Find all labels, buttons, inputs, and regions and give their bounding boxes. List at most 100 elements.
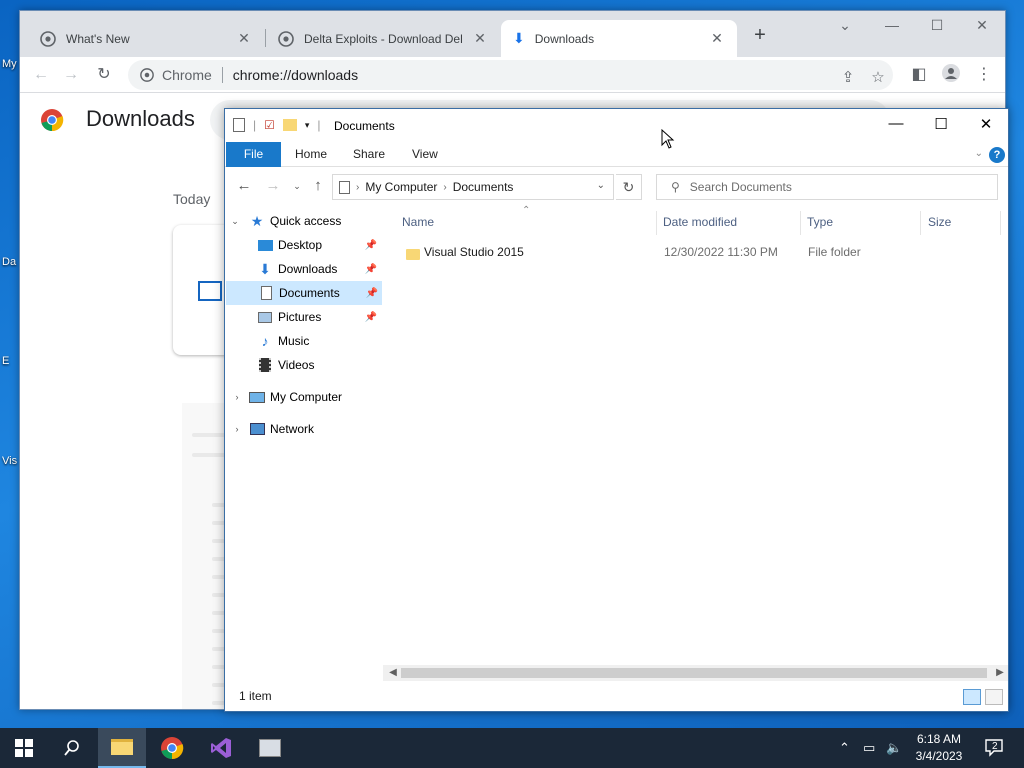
column-header-name[interactable]: Name — [402, 215, 434, 229]
forward-icon[interactable]: → — [263, 177, 283, 194]
maximize-button[interactable]: ☐ — [927, 17, 947, 34]
nav-item-downloads[interactable]: ⬇ Downloads 📌 — [225, 257, 381, 281]
desktop-icon-label[interactable]: Vis — [2, 455, 17, 467]
column-divider[interactable] — [800, 211, 801, 235]
up-icon[interactable]: ↑ — [308, 177, 328, 194]
tab-close-icon[interactable]: ✕ — [236, 30, 252, 47]
breadcrumb-documents[interactable]: Documents — [453, 180, 514, 194]
nav-item-my-computer[interactable]: › My Computer — [229, 385, 379, 409]
taskbar-file-explorer[interactable] — [98, 728, 146, 768]
explorer-address-bar[interactable]: › My Computer › Documents ⌄ — [332, 174, 614, 200]
computer-icon — [249, 389, 265, 405]
expand-ribbon-icon[interactable]: ⌄ — [975, 148, 983, 159]
desktop-icon-label[interactable]: Da — [2, 256, 16, 268]
nav-item-music[interactable]: ♪ Music — [225, 329, 381, 353]
details-view-icon[interactable] — [963, 689, 981, 705]
close-button[interactable]: ✕ — [971, 115, 1001, 133]
minimize-button[interactable]: — — [882, 17, 902, 33]
tab-delta-exploits[interactable]: Delta Exploits - Download Delta ✕ — [266, 20, 500, 57]
large-icons-view-icon[interactable] — [985, 689, 1003, 705]
breadcrumb-my-computer[interactable]: My Computer — [365, 180, 437, 194]
tab-search-icon[interactable]: ⌄ — [835, 17, 855, 34]
tab-close-icon[interactable]: ✕ — [709, 30, 725, 47]
taskbar-app[interactable] — [246, 728, 294, 768]
properties-icon[interactable]: ☑ — [264, 118, 275, 132]
column-divider[interactable] — [1000, 211, 1001, 235]
nav-item-documents[interactable]: Documents 📌 — [226, 281, 382, 305]
nav-item-network[interactable]: › Network — [229, 417, 379, 441]
scroll-left-icon[interactable]: ◀ — [385, 665, 401, 681]
nav-item-quick-access[interactable]: ⌄ ★ Quick access — [229, 209, 379, 233]
expand-icon[interactable]: › — [231, 424, 243, 434]
tab-whats-new[interactable]: What's New ✕ — [28, 20, 264, 57]
item-count: 1 item — [239, 689, 272, 703]
network-status-icon[interactable]: ▭ — [863, 740, 875, 756]
desktop-icon-label[interactable]: E — [2, 355, 9, 367]
reload-icon[interactable]: ↻ — [93, 64, 115, 86]
address-dropdown-icon[interactable]: ⌄ — [597, 180, 605, 191]
menu-kebab-icon[interactable]: ⋮ — [973, 64, 995, 86]
tab-view[interactable]: View — [400, 142, 450, 167]
explorer-titlebar[interactable]: | ☑ ▾ | Documents — ☐ ✕ — [225, 109, 1008, 141]
refresh-icon[interactable]: ↻ — [616, 174, 642, 200]
tab-title: Delta Exploits - Download Delta — [304, 31, 462, 46]
show-hidden-icons-icon[interactable]: ⌃ — [839, 740, 850, 756]
status-bar: 1 item — [225, 683, 1008, 711]
column-header-size[interactable]: Size — [928, 215, 951, 229]
desktop-icon-label[interactable]: My — [2, 58, 17, 70]
recent-locations-icon[interactable]: ⌄ — [287, 181, 307, 192]
nav-label: Downloads — [278, 262, 338, 276]
maximize-button[interactable]: ☐ — [926, 115, 956, 133]
start-button[interactable] — [0, 728, 48, 768]
column-header-type[interactable]: Type — [807, 215, 833, 229]
windows-logo-icon — [15, 739, 33, 757]
nav-item-pictures[interactable]: Pictures 📌 — [225, 305, 381, 329]
new-folder-icon[interactable] — [282, 119, 297, 131]
download-icon: ⬇ — [513, 30, 525, 46]
new-tab-button[interactable]: + — [748, 24, 772, 47]
side-panel-icon[interactable]: ◧ — [908, 64, 930, 86]
back-icon[interactable]: ← — [234, 177, 254, 194]
pin-icon: 📌 — [365, 287, 378, 299]
document-icon — [233, 118, 245, 132]
tab-home[interactable]: Home — [283, 142, 339, 167]
volume-icon[interactable]: 🔈 — [886, 740, 902, 756]
expand-icon[interactable]: › — [231, 392, 243, 402]
omnibox-chip: Chrome — [162, 67, 212, 83]
share-icon[interactable]: ⇪ — [837, 63, 859, 93]
system-clock[interactable]: 6:18 AM 3/4/2023 — [904, 731, 974, 765]
taskbar-visual-studio[interactable] — [197, 728, 245, 768]
address-bar[interactable]: Chrome chrome://downloads ⇪ ☆ — [128, 60, 893, 90]
minimize-button[interactable]: — — [881, 115, 911, 132]
notification-center-button[interactable]: 2 — [984, 737, 1004, 757]
file-name: Visual Studio 2015 — [424, 245, 524, 259]
download-icon: ⬇ — [259, 260, 271, 277]
search-placeholder: Search Documents — [689, 180, 792, 194]
expand-icon[interactable]: ⌄ — [229, 216, 241, 227]
qat-dropdown-icon[interactable]: ▾ — [305, 120, 310, 131]
network-icon — [249, 421, 265, 437]
profile-avatar[interactable] — [940, 64, 962, 86]
tab-share[interactable]: Share — [341, 142, 397, 167]
back-icon[interactable]: ← — [30, 64, 52, 86]
column-header-date-modified[interactable]: Date modified — [663, 215, 737, 229]
scroll-right-icon[interactable]: ▶ — [992, 665, 1008, 681]
horizontal-scrollbar[interactable]: ◀ ▶ — [383, 665, 1008, 681]
close-button[interactable]: ✕ — [972, 17, 992, 34]
scrollbar-thumb[interactable] — [401, 668, 987, 678]
help-icon[interactable]: ? — [989, 147, 1005, 163]
search-input[interactable]: ⚲ Search Documents — [656, 174, 998, 200]
nav-item-videos[interactable]: Videos — [225, 353, 381, 377]
tab-downloads[interactable]: ⬇ Downloads ✕ — [501, 20, 737, 57]
forward-icon[interactable]: → — [60, 64, 82, 86]
tab-file[interactable]: File — [226, 142, 281, 167]
taskbar-chrome[interactable] — [148, 728, 196, 768]
column-divider[interactable] — [920, 211, 921, 235]
bookmark-star-icon[interactable]: ☆ — [867, 63, 889, 93]
search-button[interactable] — [48, 728, 96, 768]
nav-label: Desktop — [278, 238, 323, 252]
nav-item-desktop[interactable]: Desktop 📌 — [225, 233, 381, 257]
tab-close-icon[interactable]: ✕ — [472, 30, 488, 47]
table-row[interactable]: Visual Studio 2015 12/30/2022 11:30 PM F… — [401, 241, 991, 263]
column-divider[interactable] — [656, 211, 657, 235]
